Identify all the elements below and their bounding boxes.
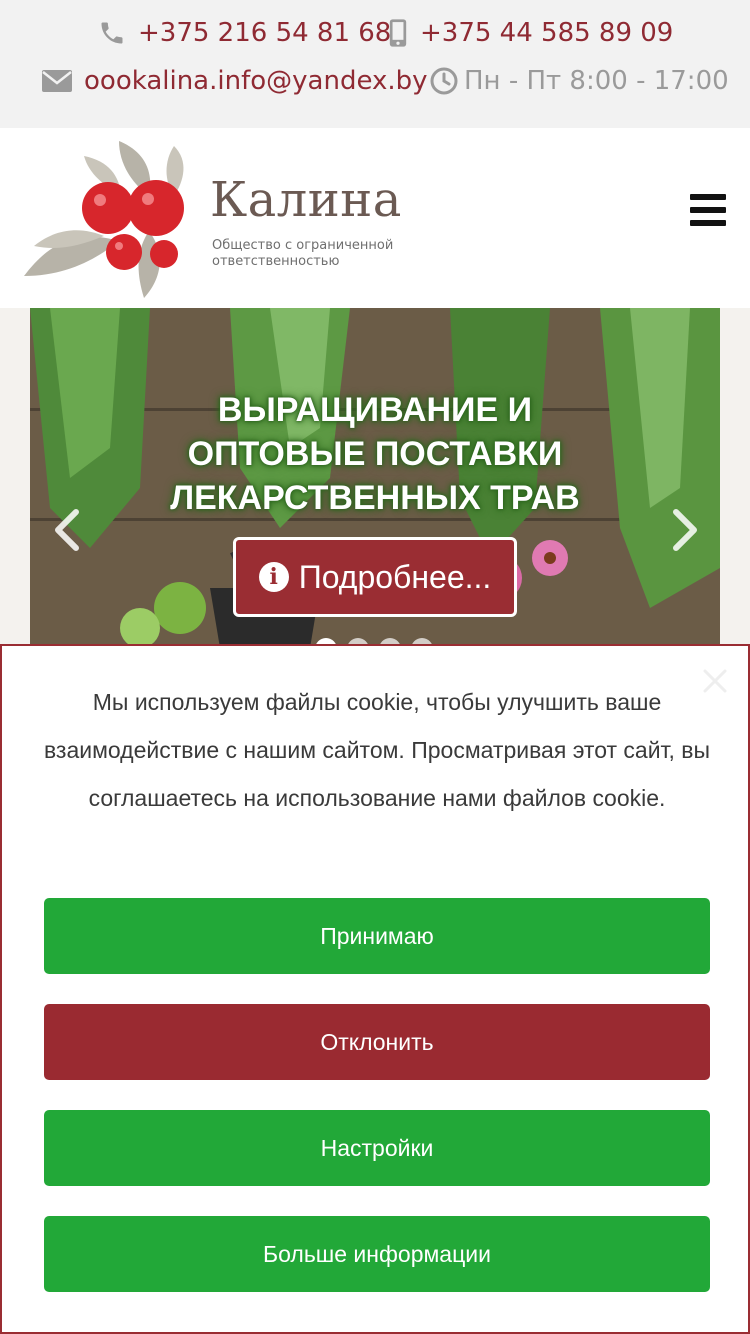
- hero-slider: ВЫРАЩИВАНИЕ И ОПТОВЫЕ ПОСТАВКИ ЛЕКАРСТВЕ…: [30, 308, 720, 648]
- phone-number-1[interactable]: +375 216 54 81 68: [138, 18, 391, 48]
- site-header: Калина Общество с ограниченной ответстве…: [0, 128, 750, 308]
- slider-next-arrow[interactable]: [664, 508, 704, 552]
- working-hours: Пн - Пт 8:00 - 17:00: [464, 66, 729, 96]
- email-contact[interactable]: oookalina.info@yandex.by: [42, 66, 428, 96]
- phone-icon: [98, 19, 126, 47]
- hours-info: Пн - Пт 8:00 - 17:00: [430, 66, 729, 96]
- phone-number-2[interactable]: +375 44 585 89 09: [420, 18, 673, 48]
- cookie-consent-banner: Мы используем файлы cookie, чтобы улучши…: [0, 644, 750, 1334]
- mobile-icon: [388, 18, 408, 48]
- viburnum-berries-logo-icon: [24, 141, 184, 298]
- more-details-label: Подробнее...: [298, 558, 492, 595]
- cookie-message: Мы используем файлы cookie, чтобы улучши…: [43, 689, 711, 811]
- email-link[interactable]: oookalina.info@yandex.by: [84, 66, 428, 96]
- accept-cookies-button[interactable]: Принимаю: [44, 898, 710, 974]
- mobile-contact[interactable]: +375 44 585 89 09: [388, 18, 673, 48]
- logo-title: Калина: [210, 172, 402, 228]
- logo-subtitle: Общество с ограниченной ответственностью: [212, 238, 394, 269]
- more-details-button[interactable]: i Подробнее...: [233, 537, 517, 617]
- chevron-left-icon: [55, 509, 79, 551]
- hero-title-line-1: ВЫРАЩИВАНИЕ И: [217, 391, 533, 429]
- envelope-icon: [42, 70, 72, 92]
- chevron-right-icon: [673, 509, 697, 551]
- info-icon: i: [258, 562, 289, 592]
- hero-title: ВЫРАЩИВАНИЕ И ОПТОВЫЕ ПОСТАВКИ ЛЕКАРСТВЕ…: [30, 388, 720, 520]
- slider-edge-left: [0, 308, 30, 648]
- slider-edge-right: [720, 308, 750, 648]
- decline-cookies-button[interactable]: Отклонить: [44, 1004, 710, 1080]
- clock-icon: [430, 67, 458, 95]
- cookie-settings-button[interactable]: Настройки: [44, 1110, 710, 1186]
- more-info-button[interactable]: Больше информации: [44, 1216, 710, 1292]
- hero-title-line-2: ОПТОВЫЕ ПОСТАВКИ: [187, 435, 563, 473]
- contact-bar: +375 216 54 81 68 +375 44 585 89 09 oook…: [0, 0, 750, 128]
- slider-prev-arrow[interactable]: [48, 508, 88, 552]
- phone-contact[interactable]: +375 216 54 81 68: [98, 18, 391, 48]
- hero-title-line-3: ЛЕКАРСТВЕННЫХ ТРАВ: [170, 479, 580, 517]
- hamburger-icon[interactable]: [690, 194, 726, 226]
- company-logo[interactable]: Калина Общество с ограниченной ответстве…: [24, 136, 414, 301]
